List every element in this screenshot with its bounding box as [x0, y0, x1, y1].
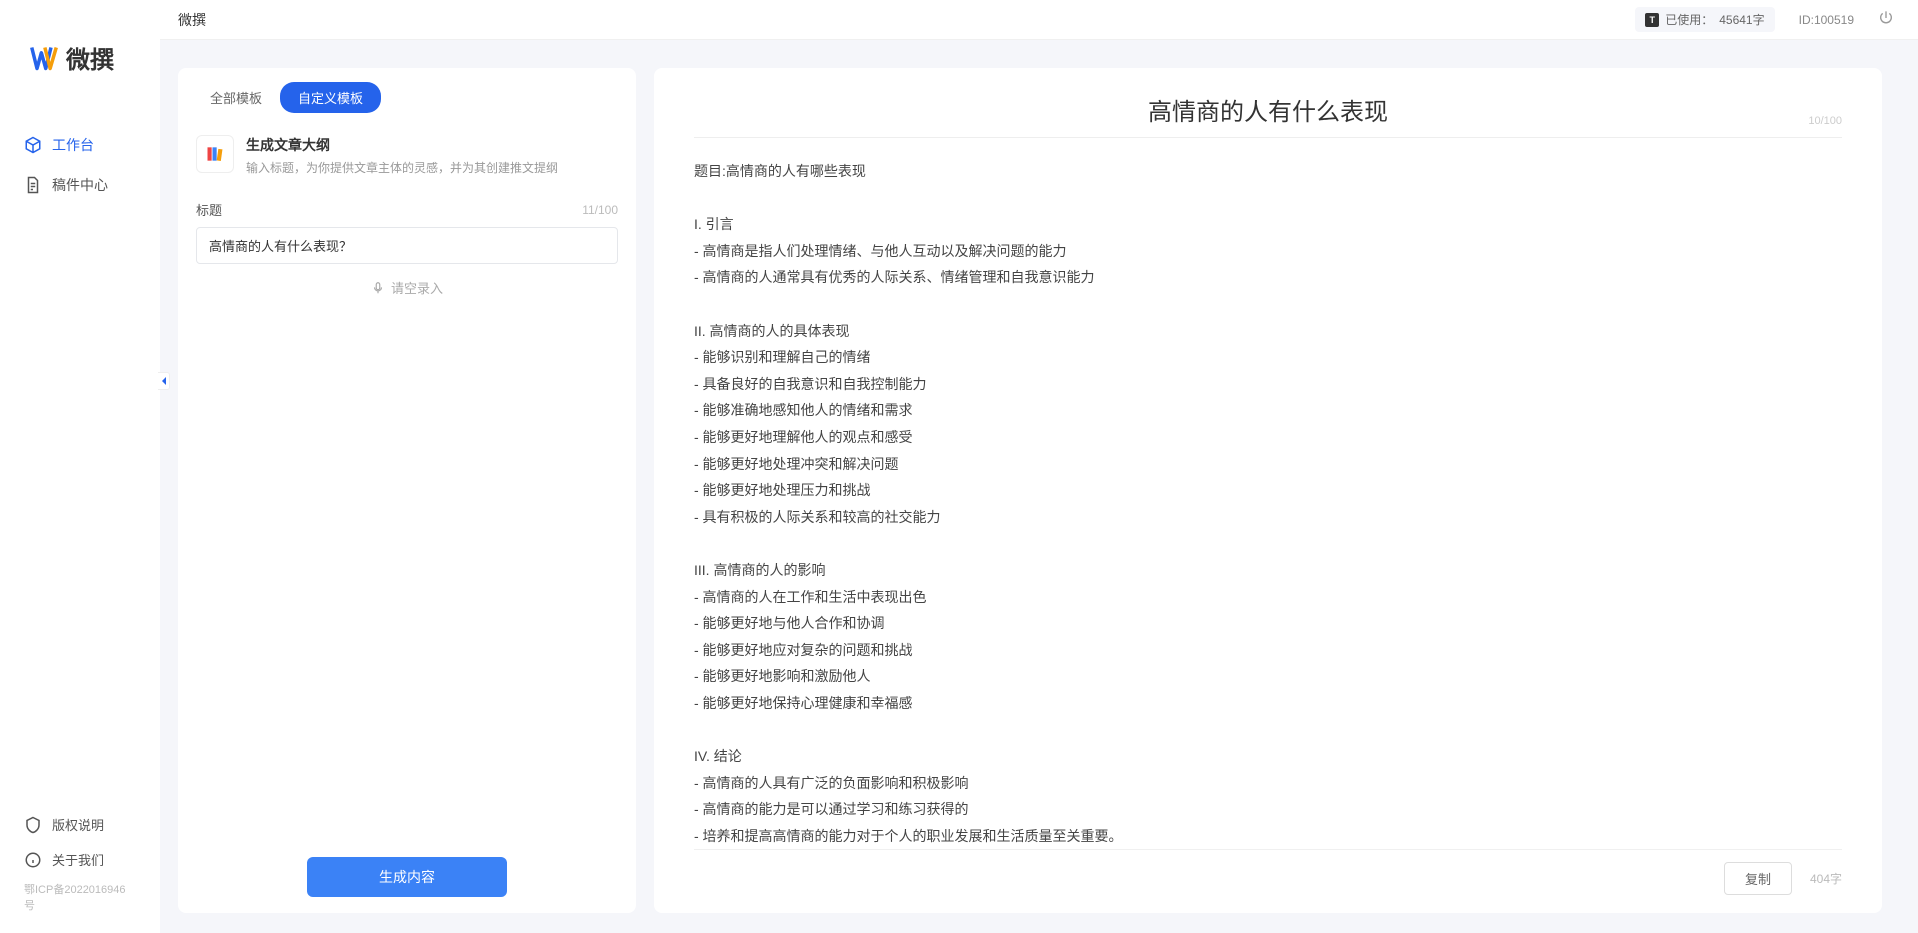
template-desc: 输入标题，为你提供文章主体的灵感，并为其创建推文提纲: [246, 159, 618, 176]
icp-text: 鄂ICP备2022016946号: [0, 877, 160, 921]
output-body: 题目:高情商的人有哪些表现 I. 引言 - 高情商是指人们处理情绪、与他人互动以…: [694, 138, 1842, 849]
power-icon: [1878, 10, 1894, 26]
voice-input-button[interactable]: 请空录入: [178, 264, 636, 311]
power-button[interactable]: [1878, 10, 1894, 29]
books-icon: [196, 135, 234, 173]
usage-value: 45641字: [1719, 11, 1764, 28]
topbar-right: T 已使用： 45641字 ID:100519: [1635, 7, 1894, 32]
tabs: 全部模板 自定义模板: [178, 82, 636, 127]
shield-icon: [24, 816, 42, 834]
user-id: ID:100519: [1799, 13, 1854, 27]
title-char-count: 11/100: [582, 203, 618, 217]
output-title: 高情商的人有什么表现: [694, 92, 1842, 127]
title-label: 标题: [196, 200, 222, 219]
document-icon: [24, 176, 42, 194]
spacer: [178, 311, 636, 857]
output-title-row: 高情商的人有什么表现 10/100: [694, 92, 1842, 138]
text-icon: T: [1645, 13, 1659, 27]
content: 全部模板 自定义模板 生成文章大纲 输入标题，为你提供文章主体的灵感，并为其创建…: [160, 40, 1918, 933]
voice-hint: 请空录入: [391, 278, 443, 297]
logo-text: 微撰: [66, 40, 114, 75]
usage-badge: T 已使用： 45641字: [1635, 7, 1774, 32]
collapse-button[interactable]: [158, 372, 170, 390]
nav-docs[interactable]: 稿件中心: [0, 165, 160, 205]
nav-workbench[interactable]: 工作台: [0, 125, 160, 165]
info-icon: [24, 851, 42, 869]
form-section: 标题 11/100: [178, 190, 636, 264]
tab-custom[interactable]: 自定义模板: [280, 82, 381, 113]
app-root: 微撰 工作台 稿件中心 版权说明 关于我们 鄂ICP备2022016946号: [0, 0, 1918, 933]
output-footer: 复制 404字: [694, 849, 1842, 895]
template-title: 生成文章大纲: [246, 135, 618, 155]
nav-copyright[interactable]: 版权说明: [0, 807, 160, 842]
cube-icon: [24, 136, 42, 154]
nav-label: 关于我们: [52, 850, 104, 869]
template-card: 生成文章大纲 输入标题，为你提供文章主体的灵感，并为其创建推文提纲: [178, 127, 636, 190]
generate-button[interactable]: 生成内容: [307, 857, 507, 897]
mic-icon: [371, 281, 385, 295]
nav: 工作台 稿件中心: [0, 105, 160, 807]
topbar: 微撰 T 已使用： 45641字 ID:100519: [160, 0, 1918, 40]
sidebar: 微撰 工作台 稿件中心 版权说明 关于我们 鄂ICP备2022016946号: [0, 0, 160, 933]
logo-icon: [30, 44, 58, 72]
logo: 微撰: [0, 0, 160, 105]
form-label-row: 标题 11/100: [196, 200, 618, 219]
usage-label: 已使用：: [1665, 11, 1713, 28]
nav-label: 工作台: [52, 135, 94, 155]
output-title-count: 10/100: [1808, 115, 1842, 127]
nav-label: 稿件中心: [52, 175, 108, 195]
copy-button[interactable]: 复制: [1724, 862, 1792, 895]
chevron-left-icon: [160, 376, 168, 386]
output-word-count: 404字: [1810, 870, 1842, 887]
right-panel: 高情商的人有什么表现 10/100 题目:高情商的人有哪些表现 I. 引言 - …: [654, 68, 1882, 913]
nav-label: 版权说明: [52, 815, 104, 834]
tab-all[interactable]: 全部模板: [192, 82, 280, 113]
sidebar-bottom: 版权说明 关于我们 鄂ICP备2022016946号: [0, 807, 160, 933]
nav-about[interactable]: 关于我们: [0, 842, 160, 877]
title-input[interactable]: [196, 227, 618, 264]
template-info: 生成文章大纲 输入标题，为你提供文章主体的灵感，并为其创建推文提纲: [246, 135, 618, 176]
left-panel: 全部模板 自定义模板 生成文章大纲 输入标题，为你提供文章主体的灵感，并为其创建…: [178, 68, 636, 913]
app-name: 微撰: [178, 10, 206, 30]
main: 微撰 T 已使用： 45641字 ID:100519 全部模板 自定义模板: [160, 0, 1918, 933]
